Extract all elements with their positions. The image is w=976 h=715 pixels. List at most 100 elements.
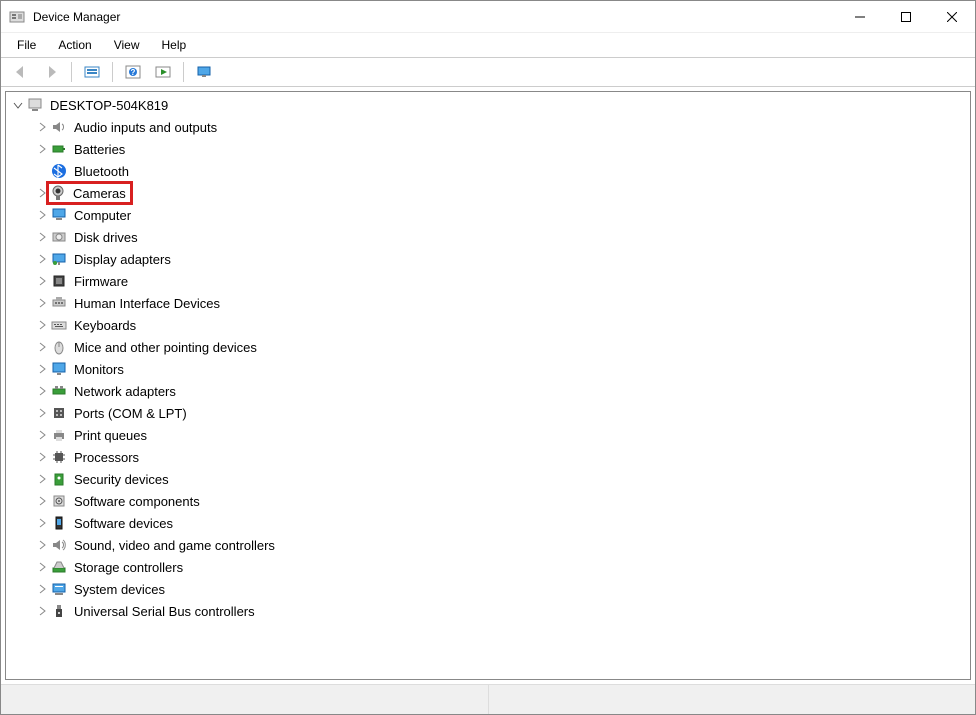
expander-closed-icon[interactable]	[34, 364, 50, 374]
expander-closed-icon[interactable]	[34, 474, 50, 484]
device-category-node[interactable]: Storage controllers	[6, 556, 970, 578]
menu-help[interactable]: Help	[152, 36, 197, 54]
menu-action[interactable]: Action	[48, 36, 101, 54]
expander-closed-icon[interactable]	[34, 606, 50, 616]
category-label: Universal Serial Bus controllers	[74, 604, 255, 619]
device-category-node[interactable]: Security devices	[6, 468, 970, 490]
disk-icon	[50, 229, 68, 245]
expander-closed-icon[interactable]	[34, 122, 50, 132]
device-category-node[interactable]: Cameras	[6, 182, 970, 204]
back-button[interactable]	[7, 60, 35, 84]
maximize-button[interactable]	[883, 1, 929, 33]
device-category-node[interactable]: Monitors	[6, 358, 970, 380]
menu-file[interactable]: File	[7, 36, 46, 54]
device-tree[interactable]: DESKTOP-504K819 Audio inputs and outputs…	[5, 91, 971, 680]
device-category-node[interactable]: Software devices	[6, 512, 970, 534]
device-category-node[interactable]: Human Interface Devices	[6, 292, 970, 314]
device-category-node[interactable]: Processors	[6, 446, 970, 468]
device-category-node[interactable]: System devices	[6, 578, 970, 600]
speaker-icon	[50, 119, 68, 135]
expander-closed-icon[interactable]	[34, 342, 50, 352]
category-label: Mice and other pointing devices	[74, 340, 257, 355]
expander-closed-icon[interactable]	[34, 298, 50, 308]
expander-closed-icon[interactable]	[34, 584, 50, 594]
expander-closed-icon[interactable]	[34, 276, 50, 286]
show-hidden-button[interactable]	[78, 60, 106, 84]
category-label: Audio inputs and outputs	[74, 120, 217, 135]
network-icon	[50, 383, 68, 399]
device-category-node[interactable]: Disk drives	[6, 226, 970, 248]
battery-icon	[50, 141, 68, 157]
category-label: Monitors	[74, 362, 124, 377]
category-label: Computer	[74, 208, 131, 223]
statusbar	[1, 684, 975, 714]
category-label: Network adapters	[74, 384, 176, 399]
computer-root-node[interactable]: DESKTOP-504K819	[6, 94, 970, 116]
scan-hardware-button[interactable]	[149, 60, 177, 84]
category-label: Print queues	[74, 428, 147, 443]
security-icon	[50, 471, 68, 487]
expander-closed-icon[interactable]	[34, 144, 50, 154]
expander-closed-icon[interactable]	[34, 540, 50, 550]
computer-name-label: DESKTOP-504K819	[50, 98, 168, 113]
expander-closed-icon[interactable]	[34, 452, 50, 462]
display-icon	[50, 251, 68, 267]
device-category-node[interactable]: Software components	[6, 490, 970, 512]
device-category-node[interactable]: Universal Serial Bus controllers	[6, 600, 970, 622]
device-category-node[interactable]: Ports (COM & LPT)	[6, 402, 970, 424]
category-label: Display adapters	[74, 252, 171, 267]
window-title: Device Manager	[33, 10, 120, 24]
monitor-button[interactable]	[190, 60, 218, 84]
expander-closed-icon[interactable]	[34, 518, 50, 528]
svg-text:?: ?	[131, 68, 136, 77]
category-label: Disk drives	[74, 230, 138, 245]
computer-root-icon	[26, 97, 44, 113]
device-category-node[interactable]: Audio inputs and outputs	[6, 116, 970, 138]
expander-closed-icon[interactable]	[34, 408, 50, 418]
expander-closed-icon[interactable]	[34, 320, 50, 330]
device-category-node[interactable]: Sound, video and game controllers	[6, 534, 970, 556]
menubar: File Action View Help	[1, 33, 975, 57]
printer-icon	[50, 427, 68, 443]
device-category-node[interactable]: Mice and other pointing devices	[6, 336, 970, 358]
sound-icon	[50, 537, 68, 553]
storage-icon	[50, 559, 68, 575]
bluetooth-icon	[50, 163, 68, 179]
help-button[interactable]: ?	[119, 60, 147, 84]
category-label: Ports (COM & LPT)	[74, 406, 187, 421]
toolbar-divider	[183, 62, 184, 82]
menu-view[interactable]: View	[104, 36, 150, 54]
expander-closed-icon[interactable]	[34, 232, 50, 242]
category-label: Storage controllers	[74, 560, 183, 575]
expander-closed-icon[interactable]	[34, 430, 50, 440]
hid-icon	[50, 295, 68, 311]
device-category-node[interactable]: Batteries	[6, 138, 970, 160]
expander-closed-icon[interactable]	[34, 210, 50, 220]
device-category-node[interactable]: Bluetooth	[6, 160, 970, 182]
device-category-node[interactable]: Keyboards	[6, 314, 970, 336]
device-category-node[interactable]: Network adapters	[6, 380, 970, 402]
highlight-annotation: Cameras	[46, 181, 133, 205]
category-label: Cameras	[73, 186, 126, 201]
toolbar-divider	[112, 62, 113, 82]
forward-button[interactable]	[37, 60, 65, 84]
expander-closed-icon[interactable]	[34, 496, 50, 506]
category-label: System devices	[74, 582, 165, 597]
monitor-icon	[50, 361, 68, 377]
device-category-node[interactable]: Print queues	[6, 424, 970, 446]
expander-closed-icon[interactable]	[34, 562, 50, 572]
expander-closed-icon[interactable]	[34, 254, 50, 264]
device-category-node[interactable]: Computer	[6, 204, 970, 226]
device-category-node[interactable]: Firmware	[6, 270, 970, 292]
expander-closed-icon[interactable]	[34, 386, 50, 396]
device-category-node[interactable]: Display adapters	[6, 248, 970, 270]
category-label: Software components	[74, 494, 200, 509]
software-device-icon	[50, 515, 68, 531]
category-label: Human Interface Devices	[74, 296, 220, 311]
close-button[interactable]	[929, 1, 975, 33]
toolbar-divider	[71, 62, 72, 82]
expander-open-icon[interactable]	[10, 100, 26, 110]
minimize-button[interactable]	[837, 1, 883, 33]
category-label: Sound, video and game controllers	[74, 538, 275, 553]
category-label: Firmware	[74, 274, 128, 289]
